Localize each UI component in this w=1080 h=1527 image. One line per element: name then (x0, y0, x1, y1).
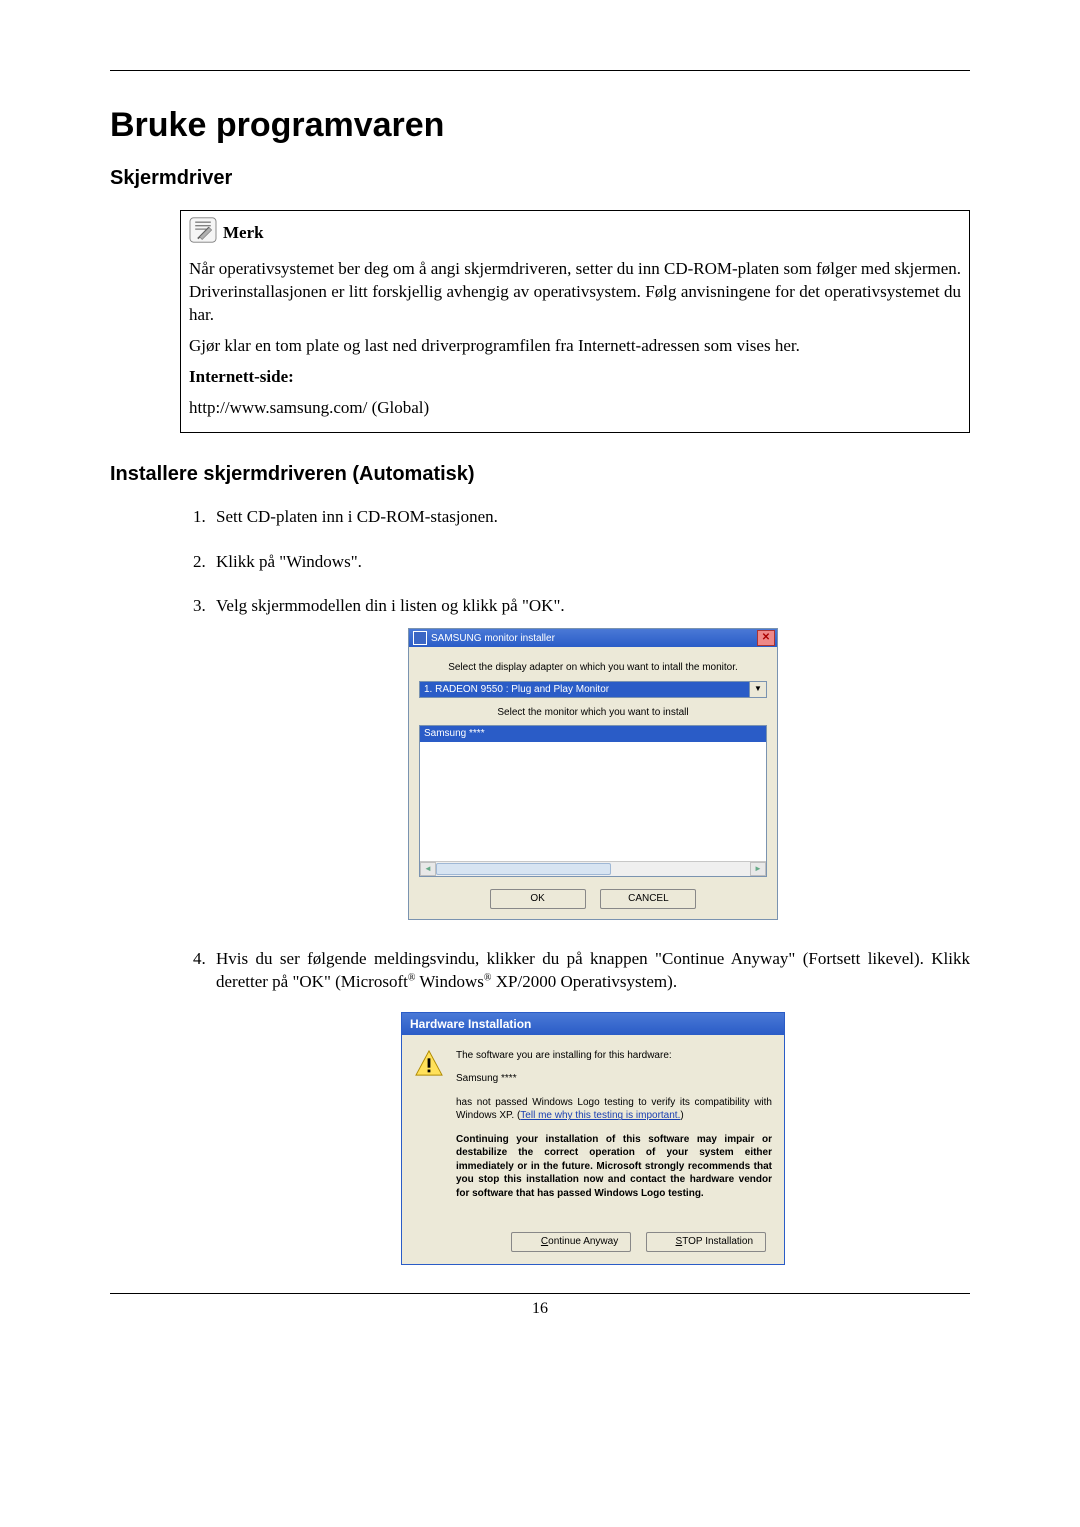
adapter-dropdown-value: 1. RADEON 9550 : Plug and Play Monitor (419, 681, 749, 698)
step-4: Hvis du ser følgende meldingsvindu, klik… (210, 948, 970, 1265)
step-3: Velg skjermmodellen din i listen og klik… (210, 595, 970, 919)
step-1: Sett CD-platen inn i CD-ROM-stasjonen. (210, 506, 970, 529)
top-rule (110, 70, 970, 71)
hw-link[interactable]: Tell me why this testing is important. (520, 1110, 680, 1121)
cancel-button[interactable]: CANCEL (600, 889, 696, 909)
installer-button-row: OK CANCEL (419, 877, 767, 909)
hw-button-row: Continue Anyway STOP Installation (402, 1214, 784, 1264)
registered-mark-2: ® (484, 972, 492, 983)
internet-url: http://www.samsung.com/ (Global) (189, 397, 961, 420)
hw-line-3: has not passed Windows Logo testing to v… (456, 1096, 772, 1123)
document-page: Bruke programvaren Skjermdriver Merk Når… (0, 0, 1080, 1527)
note-box: Merk Når operativsystemet ber deg om å a… (180, 210, 970, 433)
note-label: Merk (223, 222, 264, 245)
stop-installation-button[interactable]: STOP Installation (646, 1232, 766, 1252)
installer-instruction-2: Select the monitor which you want to ins… (419, 706, 767, 720)
hw-titlebar: Hardware Installation (402, 1013, 784, 1035)
warning-icon (414, 1049, 444, 1211)
installer-body: Select the display adapter on which you … (409, 647, 777, 919)
steps-list: Sett CD-platen inn i CD-ROM-stasjonen. K… (180, 506, 970, 1265)
continue-anyway-button[interactable]: Continue Anyway (511, 1232, 631, 1252)
chevron-down-icon[interactable]: ▼ (749, 681, 767, 698)
installer-dialog: SAMSUNG monitor installer ✕ Select the d… (408, 628, 778, 920)
note-header: Merk (189, 217, 961, 250)
scroll-track[interactable] (436, 862, 750, 876)
monitor-list-selected[interactable]: Samsung **** (420, 726, 766, 742)
note-icon (189, 217, 217, 250)
scroll-thumb[interactable] (436, 863, 611, 875)
hw-body: The software you are installing for this… (402, 1035, 784, 1215)
adapter-dropdown[interactable]: 1. RADEON 9550 : Plug and Play Monitor ▼ (419, 681, 767, 698)
note-paragraph-2: Gjør klar en tom plate og last ned drive… (189, 335, 961, 358)
step-4-text-b: Windows (415, 972, 483, 991)
close-icon[interactable]: ✕ (757, 630, 775, 646)
hw-line-3b: ) (680, 1110, 683, 1121)
step-4-text-c: XP/2000 Operativsystem). (492, 972, 678, 991)
installer-app-icon (413, 631, 427, 645)
scroll-right-icon[interactable]: ► (750, 862, 766, 876)
installer-title: SAMSUNG monitor installer (431, 632, 555, 646)
hw-line-2: Samsung **** (456, 1072, 772, 1086)
hw-text: The software you are installing for this… (456, 1049, 772, 1211)
horizontal-scrollbar[interactable]: ◄ ► (420, 861, 766, 876)
ok-button[interactable]: OK (490, 889, 586, 909)
hw-line-1: The software you are installing for this… (456, 1049, 772, 1063)
main-title: Bruke programvaren (110, 106, 970, 145)
step-2: Klikk på "Windows". (210, 551, 970, 574)
installer-titlebar: SAMSUNG monitor installer ✕ (409, 629, 777, 647)
installer-instruction-1: Select the display adapter on which you … (419, 661, 767, 675)
monitor-list[interactable]: Samsung **** ◄ ► (419, 725, 767, 877)
hw-warning-paragraph: Continuing your installation of this sof… (456, 1133, 772, 1201)
bottom-rule (110, 1293, 970, 1294)
section-heading-install-auto: Installere skjermdriveren (Automatisk) (110, 463, 970, 486)
internet-side-label: Internett-side: (189, 366, 961, 389)
scroll-left-icon[interactable]: ◄ (420, 862, 436, 876)
page-number: 16 (110, 1300, 970, 1318)
note-paragraph-1: Når operativsystemet ber deg om å angi s… (189, 258, 961, 327)
hardware-installation-dialog: Hardware Installation The software you a… (401, 1012, 785, 1265)
step-3-text: Velg skjermmodellen din i listen og klik… (216, 596, 565, 615)
section-heading-skjermdriver: Skjermdriver (110, 167, 970, 190)
